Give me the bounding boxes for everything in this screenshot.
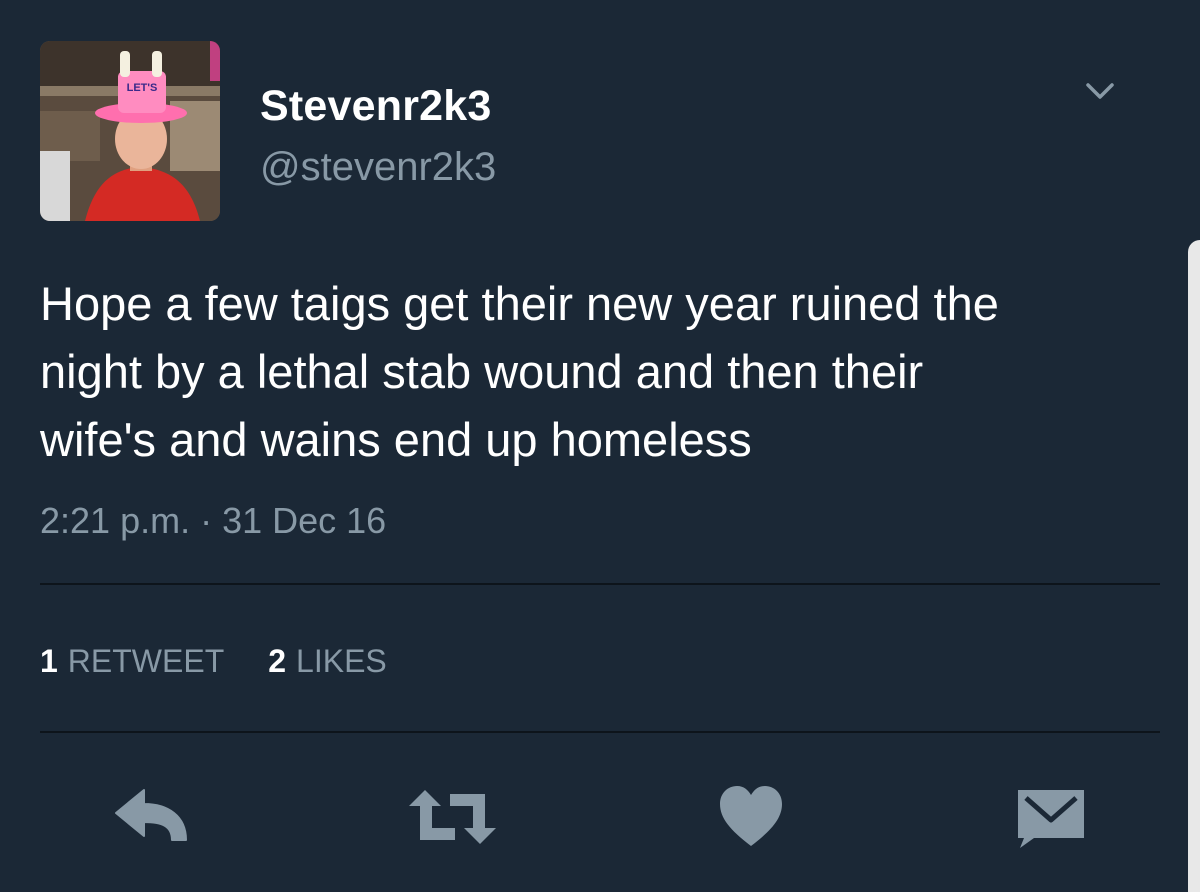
heart-icon [718, 782, 784, 852]
likes-label: LIKES [296, 643, 387, 679]
retweets-count: 1 [40, 643, 58, 679]
like-button[interactable] [718, 782, 784, 852]
avatar-photo: LET'S [40, 41, 220, 221]
tweet-detail: LET'S Stevenr2k3 @stevenr2k3 Hope a few … [0, 0, 1200, 892]
author-display-name[interactable]: Stevenr2k3 [260, 82, 492, 131]
likes-count: 2 [268, 643, 287, 679]
divider [40, 583, 1160, 585]
chevron-down-icon[interactable] [1080, 76, 1120, 106]
envelope-icon [1016, 782, 1086, 852]
likes-stat[interactable]: 2 LIKES [268, 643, 387, 680]
retweet-icon [405, 782, 500, 852]
direct-message-button[interactable] [1016, 782, 1086, 852]
retweets-stat[interactable]: 1 RETWEET [40, 643, 224, 680]
avatar[interactable]: LET'S [40, 41, 220, 221]
tweet-stats: 1 RETWEET 2 LIKES [40, 643, 431, 680]
avatar-hat-text: LET'S [127, 82, 158, 94]
divider [40, 731, 1160, 733]
retweet-button[interactable] [405, 782, 500, 852]
tweet-text: Hope a few taigs get their new year ruin… [40, 277, 999, 466]
tweet-timestamp: 2:21 p.m. · 31 Dec 16 [40, 500, 387, 541]
retweets-label: RETWEET [67, 643, 225, 679]
scroll-edge [1188, 240, 1200, 892]
reply-button[interactable] [110, 782, 190, 852]
author-handle[interactable]: @stevenr2k3 [260, 145, 496, 190]
reply-icon [110, 782, 190, 852]
